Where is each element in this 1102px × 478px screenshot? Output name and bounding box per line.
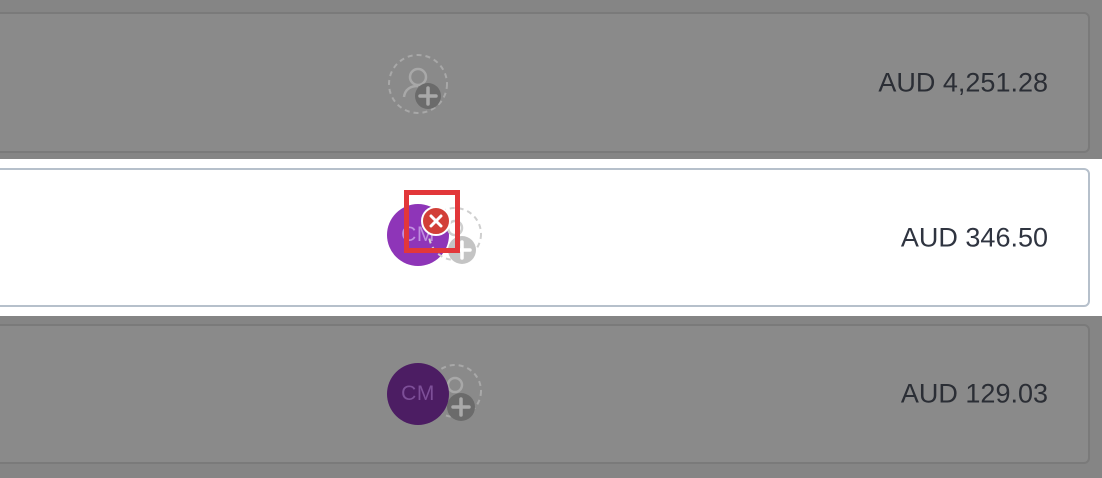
row-amount: AUD 346.50 [900,222,1048,252]
row-amount: AUD 4,251.28 [878,67,1048,97]
avatar[interactable]: CM [387,363,449,425]
expense-row-active[interactable]: CM AUD 346.50 [0,168,1090,307]
highlight-box [404,190,460,253]
add-user-icon[interactable] [387,53,449,115]
expense-row[interactable]: CM AUD 129.03 [0,324,1090,464]
expense-row[interactable]: AUD 4,251.28 [0,12,1090,153]
row-amount: AUD 129.03 [900,378,1048,409]
avatar-initials: CM [401,382,435,405]
